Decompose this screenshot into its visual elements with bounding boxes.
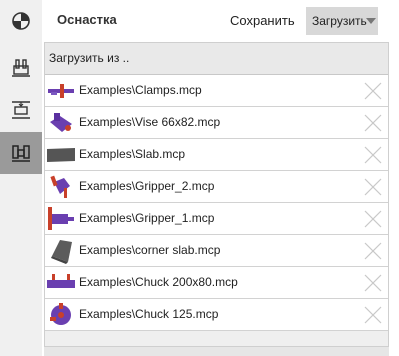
- close-icon[interactable]: [363, 81, 383, 101]
- clamp-library-icon: [12, 145, 30, 162]
- balance-icon: [12, 12, 30, 30]
- gripper-thumbnail-icon: [48, 207, 74, 230]
- chevron-down-icon: [366, 18, 376, 24]
- list-item-label: Examples\Slab.mcp: [79, 147, 186, 161]
- list-item-label: Examples\Chuck 125.mcp: [79, 307, 219, 321]
- fixture-file-list: Загрузить из .. Examples\Clamps.mcp Exam…: [44, 42, 389, 347]
- close-icon[interactable]: [363, 209, 383, 229]
- panel-footer: [44, 347, 389, 356]
- save-button[interactable]: Сохранить: [226, 9, 299, 33]
- gripper-thumbnail-icon: [50, 175, 70, 198]
- slab-thumbnail-icon: [47, 148, 75, 162]
- panel-title: Оснастка: [57, 12, 117, 27]
- fixture-icon: [12, 59, 30, 77]
- list-item-label: Examples\Vise 66x82.mcp: [79, 115, 221, 129]
- close-icon[interactable]: [363, 113, 383, 133]
- list-item[interactable]: Examples\Slab.mcp: [45, 139, 388, 171]
- list-item[interactable]: Examples\Chuck 125.mcp: [45, 299, 388, 331]
- list-item[interactable]: Examples\Gripper_2.mcp: [45, 171, 388, 203]
- list-item-label: Examples\corner slab.mcp: [79, 243, 221, 257]
- fixtures-panel: Оснастка Сохранить Загрузить Загрузить и…: [42, 0, 392, 356]
- list-item[interactable]: Examples\Chuck 200x80.mcp: [45, 267, 388, 299]
- sidebar-item-align[interactable]: [0, 88, 42, 130]
- sidebar-item-fixture[interactable]: [0, 46, 42, 88]
- align-icon: [12, 101, 30, 119]
- load-dropdown-button[interactable]: Загрузить: [306, 7, 378, 35]
- corner-slab-thumbnail-icon: [51, 240, 72, 264]
- chuck-thumbnail-icon: [50, 303, 71, 325]
- list-item[interactable]: Examples\corner slab.mcp: [45, 235, 388, 267]
- close-icon[interactable]: [363, 273, 383, 293]
- left-toolbar: [0, 0, 42, 356]
- close-icon[interactable]: [363, 241, 383, 261]
- load-button-label: Загрузить: [312, 14, 367, 28]
- close-icon[interactable]: [363, 177, 383, 197]
- load-from-item[interactable]: Загрузить из ..: [45, 43, 388, 75]
- vise-thumbnail-icon: [50, 113, 72, 132]
- panel-right-edge: [392, 0, 399, 356]
- sidebar-item-balance[interactable]: [0, 0, 42, 42]
- clamps-thumbnail-icon: [48, 84, 74, 98]
- panel-header: Оснастка Сохранить Загрузить: [42, 0, 392, 42]
- chuck-thumbnail-icon: [47, 274, 75, 288]
- sidebar-item-clamp-library[interactable]: [0, 132, 42, 174]
- close-icon[interactable]: [363, 305, 383, 325]
- list-item-label: Examples\Chuck 200x80.mcp: [79, 275, 238, 289]
- list-item[interactable]: Examples\Vise 66x82.mcp: [45, 107, 388, 139]
- list-item-label: Examples\Gripper_2.mcp: [79, 179, 215, 193]
- list-item-label: Examples\Clamps.mcp: [79, 83, 202, 97]
- list-item[interactable]: Examples\Gripper_1.mcp: [45, 203, 388, 235]
- close-icon[interactable]: [363, 145, 383, 165]
- list-item[interactable]: Examples\Clamps.mcp: [45, 75, 388, 107]
- list-item-label: Examples\Gripper_1.mcp: [79, 211, 215, 225]
